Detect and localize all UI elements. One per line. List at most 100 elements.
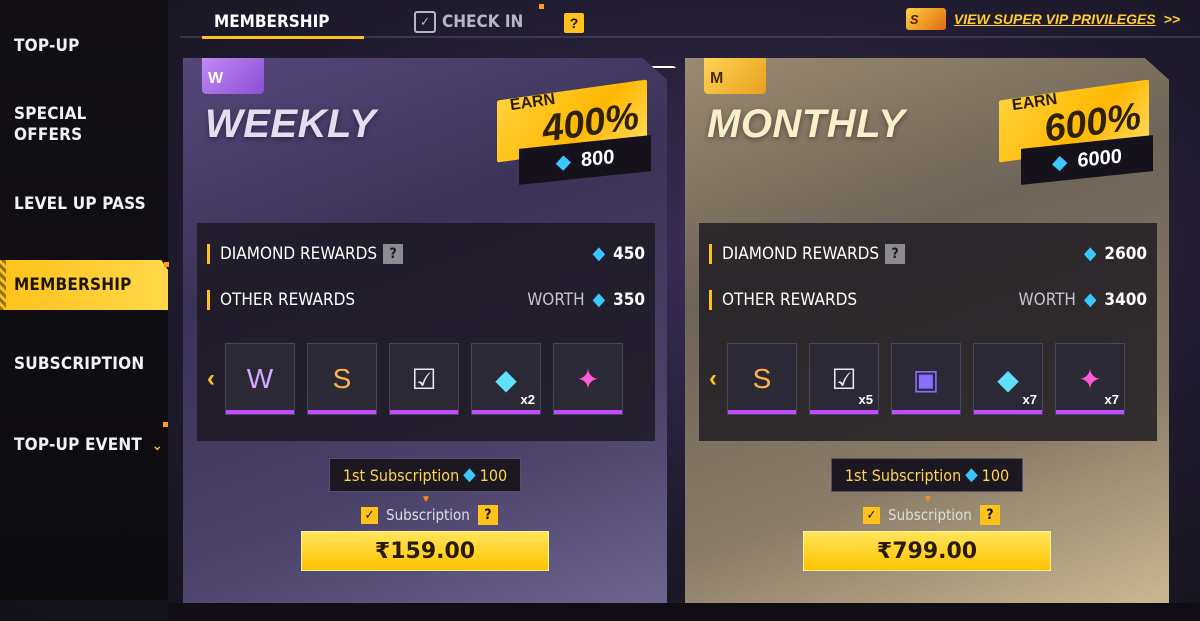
reward-item[interactable]: W (225, 343, 295, 415)
tab-check-in[interactable]: ✓ CHECK IN (414, 8, 523, 36)
weekly-card-badge-icon: W (202, 58, 264, 94)
vip-card-icon: S (752, 363, 772, 394)
row-accent (709, 290, 712, 310)
monthly-card-badge-icon: M (704, 58, 766, 94)
reward-items-carousel: ‹ S ☑ x5 ▣ ◆ x7 ✦ x7 (709, 343, 1149, 419)
reward-item[interactable]: ✦ (553, 343, 623, 415)
chevron-left-icon[interactable]: ‹ (207, 365, 215, 393)
buy-monthly-button[interactable]: ₹799.00 (803, 531, 1051, 571)
subscription-toggle[interactable]: ✓ Subscription ? (361, 505, 498, 525)
notification-dot (164, 262, 169, 267)
monthly-membership-card: M MONTHLY EARN 600% ◆ 6000 DIAMOND REWAR… (685, 58, 1169, 603)
earn-diamond-value: 800 (581, 145, 615, 171)
weapon-voucher-icon: ✦ (576, 363, 600, 395)
tab-label: CHECK IN (442, 12, 524, 32)
item-quantity: x7 (1104, 392, 1119, 407)
buy-weekly-button[interactable]: ₹159.00 (301, 531, 549, 571)
diamond-voucher-icon: ◆ (997, 363, 1019, 395)
tab-label: MEMBERSHIP (214, 12, 330, 32)
worth-label: WORTH (1018, 290, 1076, 310)
first-sub-value: 100 (981, 465, 1010, 485)
calendar-check-icon: ✓ (414, 11, 436, 33)
top-tab-bar: MEMBERSHIP ✓ CHECK IN ? S VIEW SUPER VIP… (180, 0, 1200, 611)
checkbox[interactable]: ✓ (361, 506, 378, 524)
notification-dot (539, 4, 544, 9)
tab-membership[interactable]: MEMBERSHIP (214, 8, 698, 611)
other-rewards-row: OTHER REWARDS WORTH ◆ 3400 (709, 287, 1147, 313)
sidebar-item-label: TOP-UP EVENT (14, 435, 143, 455)
row-label: OTHER REWARDS (220, 290, 356, 310)
bottom-bar (168, 603, 1200, 621)
diamond-rewards-value: 450 (613, 244, 645, 264)
tab-active-indicator (202, 36, 364, 39)
reward-item[interactable]: ◆ x7 (973, 343, 1043, 415)
rewards-panel: DIAMOND REWARDS ? ◆ 450 OTHER REWARDS WO… (197, 223, 655, 441)
sidebar-item-top-up-event[interactable]: TOP-UP EVENT ⌄ (0, 435, 168, 457)
rewards-panel: DIAMOND REWARDS ? ◆ 2600 OTHER REWARDS W… (699, 223, 1157, 441)
sidebar-item-membership[interactable]: MEMBERSHIP (0, 260, 168, 310)
checkin-card-icon: ☑ (831, 363, 857, 395)
earn-diamond-value: 6000 (1077, 144, 1122, 172)
reward-item[interactable]: ◆ x2 (471, 343, 541, 415)
row-value: ◆ 2600 (1084, 244, 1147, 264)
diamond-rewards-row: DIAMOND REWARDS ? ◆ 2600 (709, 241, 1147, 267)
reward-item[interactable]: ☑ (389, 343, 459, 415)
row-accent (207, 290, 210, 310)
weekly-membership-card: W WEEKLY EARN 400% ◆ 800 DIAMOND REWARDS… (183, 58, 667, 603)
subscription-label: Subscription (888, 506, 972, 524)
other-rewards-value: 3400 (1104, 290, 1147, 310)
sidebar-item-top-up[interactable]: TOP-UP (0, 36, 168, 57)
vip-card-icon: S (332, 363, 352, 394)
diamond-voucher-icon: ◆ (495, 363, 517, 395)
diamond-icon: ◆ (463, 464, 476, 485)
row-accent (709, 244, 712, 264)
notification-dot (163, 422, 168, 427)
row-value: WORTH ◆ 350 (527, 290, 645, 310)
sidebar: TOP-UP SPECIAL OFFERS LEVEL UP PASS MEMB… (0, 0, 169, 600)
help-icon[interactable]: ? (885, 244, 906, 264)
other-rewards-row: OTHER REWARDS WORTH ◆ 350 (207, 287, 645, 313)
sidebar-item-label: MEMBERSHIP (14, 274, 132, 295)
subscription-label: Subscription (386, 506, 470, 524)
double-chevron-icon: >> (1163, 11, 1180, 27)
item-quantity: x5 (858, 392, 873, 407)
reward-item[interactable]: S (307, 343, 377, 415)
first-sub-label: 1st Subscription (342, 465, 460, 485)
row-label: DIAMOND REWARDS (722, 244, 880, 264)
chevron-down-icon: ⌄ (152, 438, 163, 454)
caret-down-icon: ▼ (421, 494, 431, 505)
reward-item[interactable]: ✦ x7 (1055, 343, 1125, 415)
diamond-icon: ◆ (592, 243, 606, 264)
card-title: WEEKLY (205, 102, 377, 146)
sidebar-item-level-up-pass[interactable]: LEVEL UP PASS (0, 194, 168, 215)
subscription-toggle[interactable]: ✓ Subscription ? (863, 505, 1000, 525)
reward-item[interactable]: ▣ (891, 343, 961, 415)
reward-item[interactable]: ☑ x5 (809, 343, 879, 415)
first-subscription-bonus: 1st Subscription ◆ 100 (831, 458, 1023, 492)
sidebar-item-special-offers[interactable]: SPECIAL OFFERS (0, 104, 168, 146)
item-quantity: x7 (1022, 392, 1037, 407)
diamond-icon: ◆ (592, 289, 606, 310)
help-icon[interactable]: ? (477, 505, 498, 525)
chevron-left-icon[interactable]: ‹ (709, 365, 717, 393)
help-icon[interactable]: ? (383, 244, 404, 264)
row-value: WORTH ◆ 3400 (1019, 290, 1147, 310)
help-button[interactable]: ? (564, 13, 584, 33)
diamond-rewards-row: DIAMOND REWARDS ? ◆ 450 (207, 241, 645, 267)
reward-item[interactable]: S (727, 343, 797, 415)
row-value: ◆ 450 (593, 244, 645, 264)
help-icon[interactable]: ? (979, 505, 1000, 525)
diamond-icon: ◆ (555, 150, 571, 175)
other-rewards-value: 350 (613, 290, 645, 310)
checkbox[interactable]: ✓ (863, 506, 880, 524)
sidebar-item-subscription[interactable]: SUBSCRIPTION (0, 354, 168, 375)
worth-label: WORTH (527, 290, 585, 310)
row-label: DIAMOND REWARDS (220, 244, 378, 264)
bundle-icon: ▣ (912, 363, 940, 395)
row-label: OTHER REWARDS (722, 290, 858, 310)
row-accent (207, 244, 210, 264)
caret-down-icon: ▼ (923, 494, 933, 505)
view-super-vip-link[interactable]: S VIEW SUPER VIP PRIVILEGES >> (905, 8, 1180, 30)
first-sub-label: 1st Subscription (844, 465, 962, 485)
weapon-voucher-icon: ✦ (1078, 363, 1102, 395)
